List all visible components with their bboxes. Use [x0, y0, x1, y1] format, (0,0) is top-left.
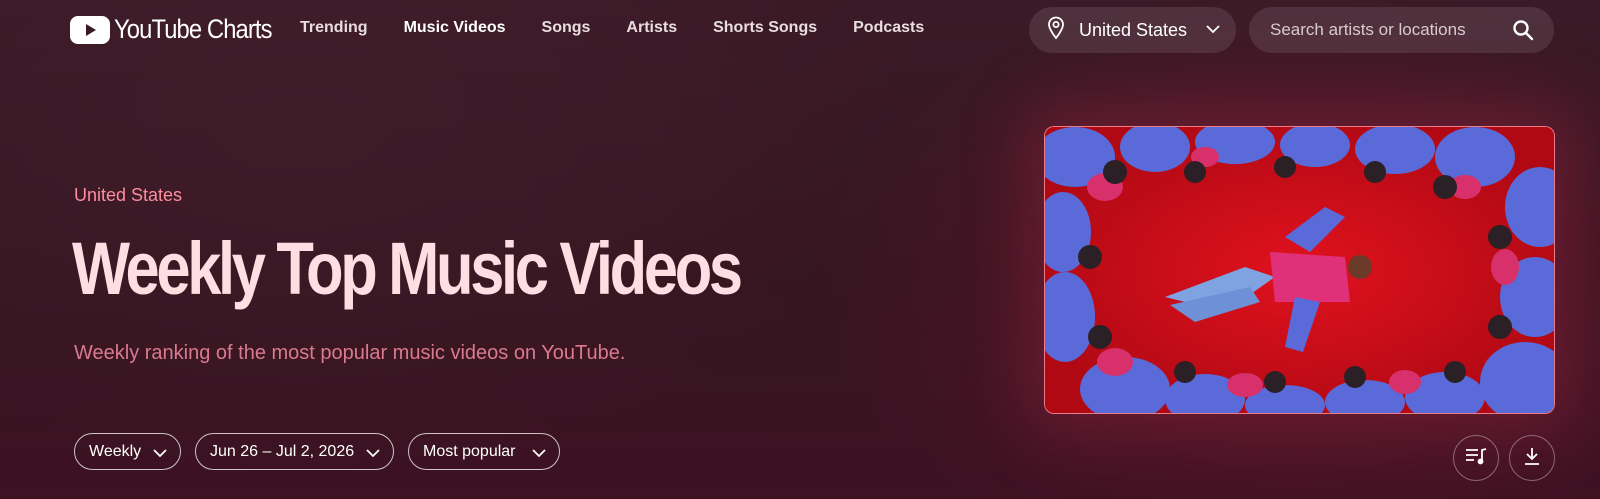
- location-pin-icon: [1047, 16, 1065, 45]
- hero-country: United States: [74, 185, 183, 205]
- nav-item-artists[interactable]: Artists: [626, 19, 677, 37]
- date-range-select[interactable]: Jun 26 – Jul 2, 2026: [195, 433, 394, 470]
- thumbnail-illustration: [1045, 127, 1554, 413]
- nav-item-podcasts[interactable]: Podcasts: [853, 19, 924, 37]
- location-select-value: United States: [1079, 19, 1188, 40]
- period-select-value: Weekly: [89, 442, 142, 460]
- search-input[interactable]: Search artists or locations: [1270, 20, 1466, 40]
- youtube-charts-logo[interactable]: YouTube Charts: [70, 14, 293, 45]
- search-box[interactable]: Search artists or locations: [1249, 7, 1554, 53]
- nav-item-music-videos[interactable]: Music Videos: [404, 19, 506, 37]
- page-title: Weekly Top Music Videos: [72, 227, 743, 310]
- playlist-music-icon: [1465, 447, 1487, 470]
- download-button[interactable]: [1509, 435, 1555, 481]
- download-icon: [1523, 446, 1541, 471]
- playlist-button[interactable]: [1453, 435, 1499, 481]
- sort-select-value: Most popular: [423, 442, 516, 460]
- chevron-down-icon: [1204, 20, 1222, 43]
- chevron-down-icon: [365, 445, 381, 466]
- youtube-play-icon: [70, 15, 110, 44]
- main-nav: Trending Music Videos Songs Artists Shor…: [300, 19, 960, 37]
- featured-video-thumbnail[interactable]: [1044, 126, 1555, 414]
- location-select[interactable]: United States: [1029, 7, 1236, 53]
- brand-wordmark: YouTube Charts: [114, 14, 273, 44]
- nav-item-shorts-songs[interactable]: Shorts Songs: [713, 19, 817, 37]
- nav-item-songs[interactable]: Songs: [542, 19, 591, 37]
- top-header: YouTube Charts Trending Music Videos Son…: [0, 0, 1600, 60]
- search-icon[interactable]: [1512, 19, 1534, 46]
- date-range-select-value: Jun 26 – Jul 2, 2026: [210, 442, 355, 460]
- nav-item-trending[interactable]: Trending: [300, 19, 368, 37]
- sort-select[interactable]: Most popular: [408, 433, 560, 470]
- period-select[interactable]: Weekly: [74, 433, 181, 470]
- chevron-down-icon: [152, 445, 168, 466]
- chevron-down-icon: [531, 445, 547, 466]
- page-subtitle: Weekly ranking of the most popular music…: [74, 342, 626, 364]
